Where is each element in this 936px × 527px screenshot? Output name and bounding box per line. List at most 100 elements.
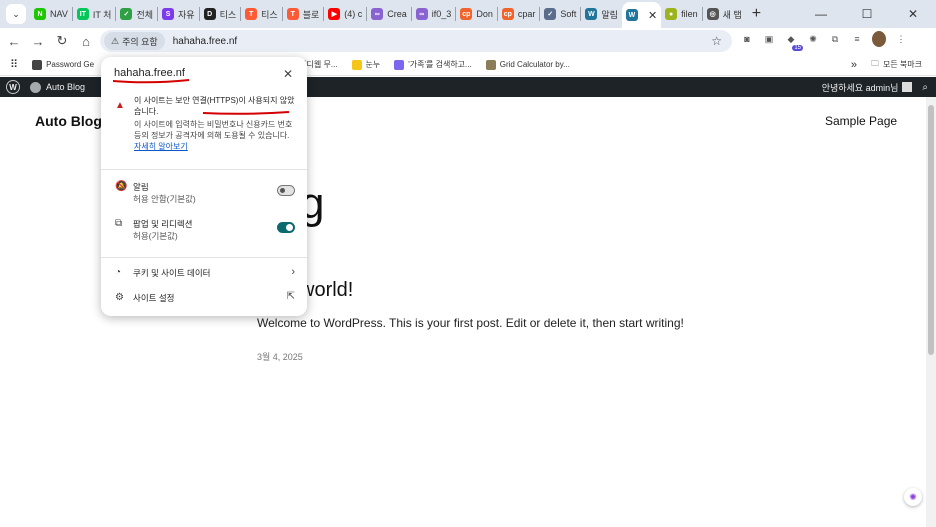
browser-tab[interactable]: ∞ Crea (367, 3, 411, 25)
bookmark-favicon (32, 59, 43, 70)
bookmark-item[interactable]: Password Ge (32, 59, 94, 70)
ai-assistant-button[interactable]: ✺ (904, 488, 922, 506)
nav-sample-page[interactable]: Sample Page (825, 114, 897, 128)
browser-tab[interactable]: ∞ if0_3 (412, 3, 456, 25)
site-settings-row[interactable]: ⚙ 사이트 설정 ⇱ (115, 291, 295, 304)
popups-row[interactable]: ⧉ 팝업 및 리디렉션허용(기본값) (115, 218, 295, 242)
camera-icon[interactable]: ◙ (740, 32, 754, 46)
tab-close-icon[interactable]: ✕ (648, 9, 657, 22)
popup-hostname: hahaha.free.nf (114, 67, 185, 79)
url-text[interactable]: hahaha.free.nf (173, 36, 238, 47)
browser-tab[interactable]: S 자유 (158, 3, 199, 25)
browser-tab[interactable]: cp Don (456, 3, 497, 25)
address-bar[interactable]: ⚠ 주의 요함 hahaha.free.nf ☆ (100, 30, 732, 52)
home-button[interactable]: ⌂ (74, 34, 98, 49)
tab-strip: ⌄ N NAV IT IT 처 ✓ 전체 S 자유 D 티스 T 티스 T 블로 ▶ (4) c ∞ Crea ∞ i… (0, 0, 936, 28)
popups-toggle[interactable] (277, 222, 295, 233)
new-tab-button[interactable]: + (752, 5, 761, 23)
tab-label: IT 처 (92, 9, 112, 20)
popup-divider (101, 169, 307, 170)
ai-icon[interactable]: ✺ (806, 32, 820, 46)
media-icon[interactable]: ≡ (850, 32, 864, 46)
tab-favicon: cp (460, 8, 473, 20)
notifications-toggle[interactable] (277, 185, 295, 196)
tab-search-button[interactable]: ⌄ (6, 4, 26, 24)
browser-tab[interactable]: T 티스 (241, 3, 282, 25)
profile-avatar[interactable] (872, 31, 886, 47)
warning-body: 이 사이트에 입력하는 비밀번호나 신용카드 번호 등의 정보가 공격자에 의해… (134, 120, 293, 140)
bookmark-favicon (351, 59, 362, 70)
popups-label: 팝업 및 리디렉션 (133, 219, 193, 229)
bookmark-star-icon[interactable]: ☆ (711, 34, 722, 48)
admin-bar-site-link[interactable]: Auto Blog (30, 81, 85, 93)
close-window-icon[interactable]: ✕ (890, 7, 936, 21)
browser-tab[interactable]: W 알림 (581, 3, 622, 25)
external-link-icon: ⧉ (115, 218, 123, 229)
browser-tab[interactable]: N NAV (30, 3, 72, 25)
chevron-right-icon: › (291, 266, 295, 278)
tab-favicon: ✓ (544, 8, 557, 20)
scrollbar-thumb[interactable] (928, 105, 934, 355)
tab-favicon: ∞ (415, 8, 428, 20)
admin-avatar[interactable] (902, 82, 913, 92)
bookmark-label: 눈누 (365, 60, 381, 69)
tab-favicon: W (625, 9, 638, 21)
menu-icon[interactable]: ⋮ (894, 32, 908, 46)
puzzle-icon[interactable]: ⧉ (828, 32, 842, 46)
forward-button[interactable]: → (26, 34, 50, 49)
browser-tab[interactable]: cp cpar (498, 3, 540, 25)
site-settings-label: 사이트 설정 (133, 293, 175, 303)
browser-tab[interactable]: ◎ 새 탭 (703, 3, 746, 25)
popups-status: 허용(기본값) (133, 231, 178, 241)
security-chip-label: 주의 요함 (122, 36, 158, 47)
browser-tab[interactable]: W ✕ (621, 2, 662, 28)
bookmarks-right: » 🗀 모든 북마크 (851, 58, 936, 72)
extension-badge-icon[interactable]: ◆ 15 (784, 32, 803, 51)
tab-favicon: ● (665, 8, 678, 20)
page-scrollbar[interactable] (926, 97, 936, 527)
popup-close-icon[interactable]: ✕ (283, 67, 293, 81)
tab-list: N NAV IT IT 처 ✓ 전체 S 자유 D 티스 T 티스 T 블로 ▶ (4) c ∞ Crea ∞ if0… (30, 0, 746, 28)
minimize-icon[interactable]: — (798, 7, 844, 21)
wordpress-logo-icon[interactable]: W (6, 80, 20, 94)
cookies-row[interactable]: ◔ 쿠키 및 사이트 데이터 › (115, 266, 295, 279)
folder-icon: 🗀 (870, 58, 879, 68)
post-title[interactable]: world! (300, 279, 353, 302)
all-bookmarks-button[interactable]: 🗀 모든 북마크 (871, 58, 922, 72)
bookmark-item[interactable]: '가족'를 검색하고... (394, 59, 472, 70)
site-title[interactable]: Auto Blog (35, 113, 102, 129)
back-button[interactable]: ← (2, 34, 26, 49)
tab-favicon: W (585, 8, 598, 20)
bookmark-item[interactable]: 눈누 (351, 59, 381, 70)
maximize-icon[interactable]: ☐ (844, 7, 890, 21)
tab-label: 알림 (601, 9, 618, 20)
extension-badge-count: 15 (792, 45, 803, 51)
browser-tab[interactable]: ● filen (661, 3, 702, 25)
bookmark-label: '가족'를 검색하고... (408, 60, 472, 69)
browser-tab[interactable]: ▶ (4) c (324, 3, 366, 25)
extension-icons: ◙ ▣ ◆ 15 ✺ ⧉ ≡ ⋮ (740, 31, 916, 51)
tab-label: 새 탭 (722, 9, 742, 20)
screenshot-icon[interactable]: ▣ (762, 32, 776, 46)
tab-favicon: T (245, 8, 258, 20)
reload-button[interactable]: ↻ (50, 33, 74, 49)
post-date[interactable]: 3월 4, 2025 (257, 350, 303, 363)
notifications-label: 알림 (133, 182, 149, 192)
site-security-chip[interactable]: ⚠ 주의 요함 (104, 32, 165, 50)
tab-favicon: ∞ (371, 8, 384, 20)
apps-icon[interactable]: ⠿ (10, 58, 18, 71)
bookmark-item[interactable]: Grid Calculator by... (485, 59, 570, 70)
browser-tab[interactable]: ✓ Soft (540, 3, 580, 25)
tab-favicon: ◎ (706, 8, 719, 20)
browser-tab[interactable]: IT IT 처 (73, 3, 116, 25)
browser-tab[interactable]: D 티스 (200, 3, 241, 25)
browser-tab[interactable]: ✓ 전체 (116, 3, 157, 25)
learn-more-link[interactable]: 자세히 알아보기 (134, 142, 188, 151)
tab-label: Crea (387, 9, 407, 19)
admin-search-icon[interactable]: ⌕ (922, 82, 928, 93)
bell-off-icon: 🔕 (115, 181, 128, 192)
notifications-row[interactable]: 🔕 알림 허용 안함(기본값) (115, 181, 295, 205)
admin-greeting[interactable]: 안녕하세요 admin님 (822, 81, 899, 94)
bookmarks-overflow-button[interactable]: » (851, 59, 857, 71)
browser-tab[interactable]: T 블로 (283, 3, 324, 25)
